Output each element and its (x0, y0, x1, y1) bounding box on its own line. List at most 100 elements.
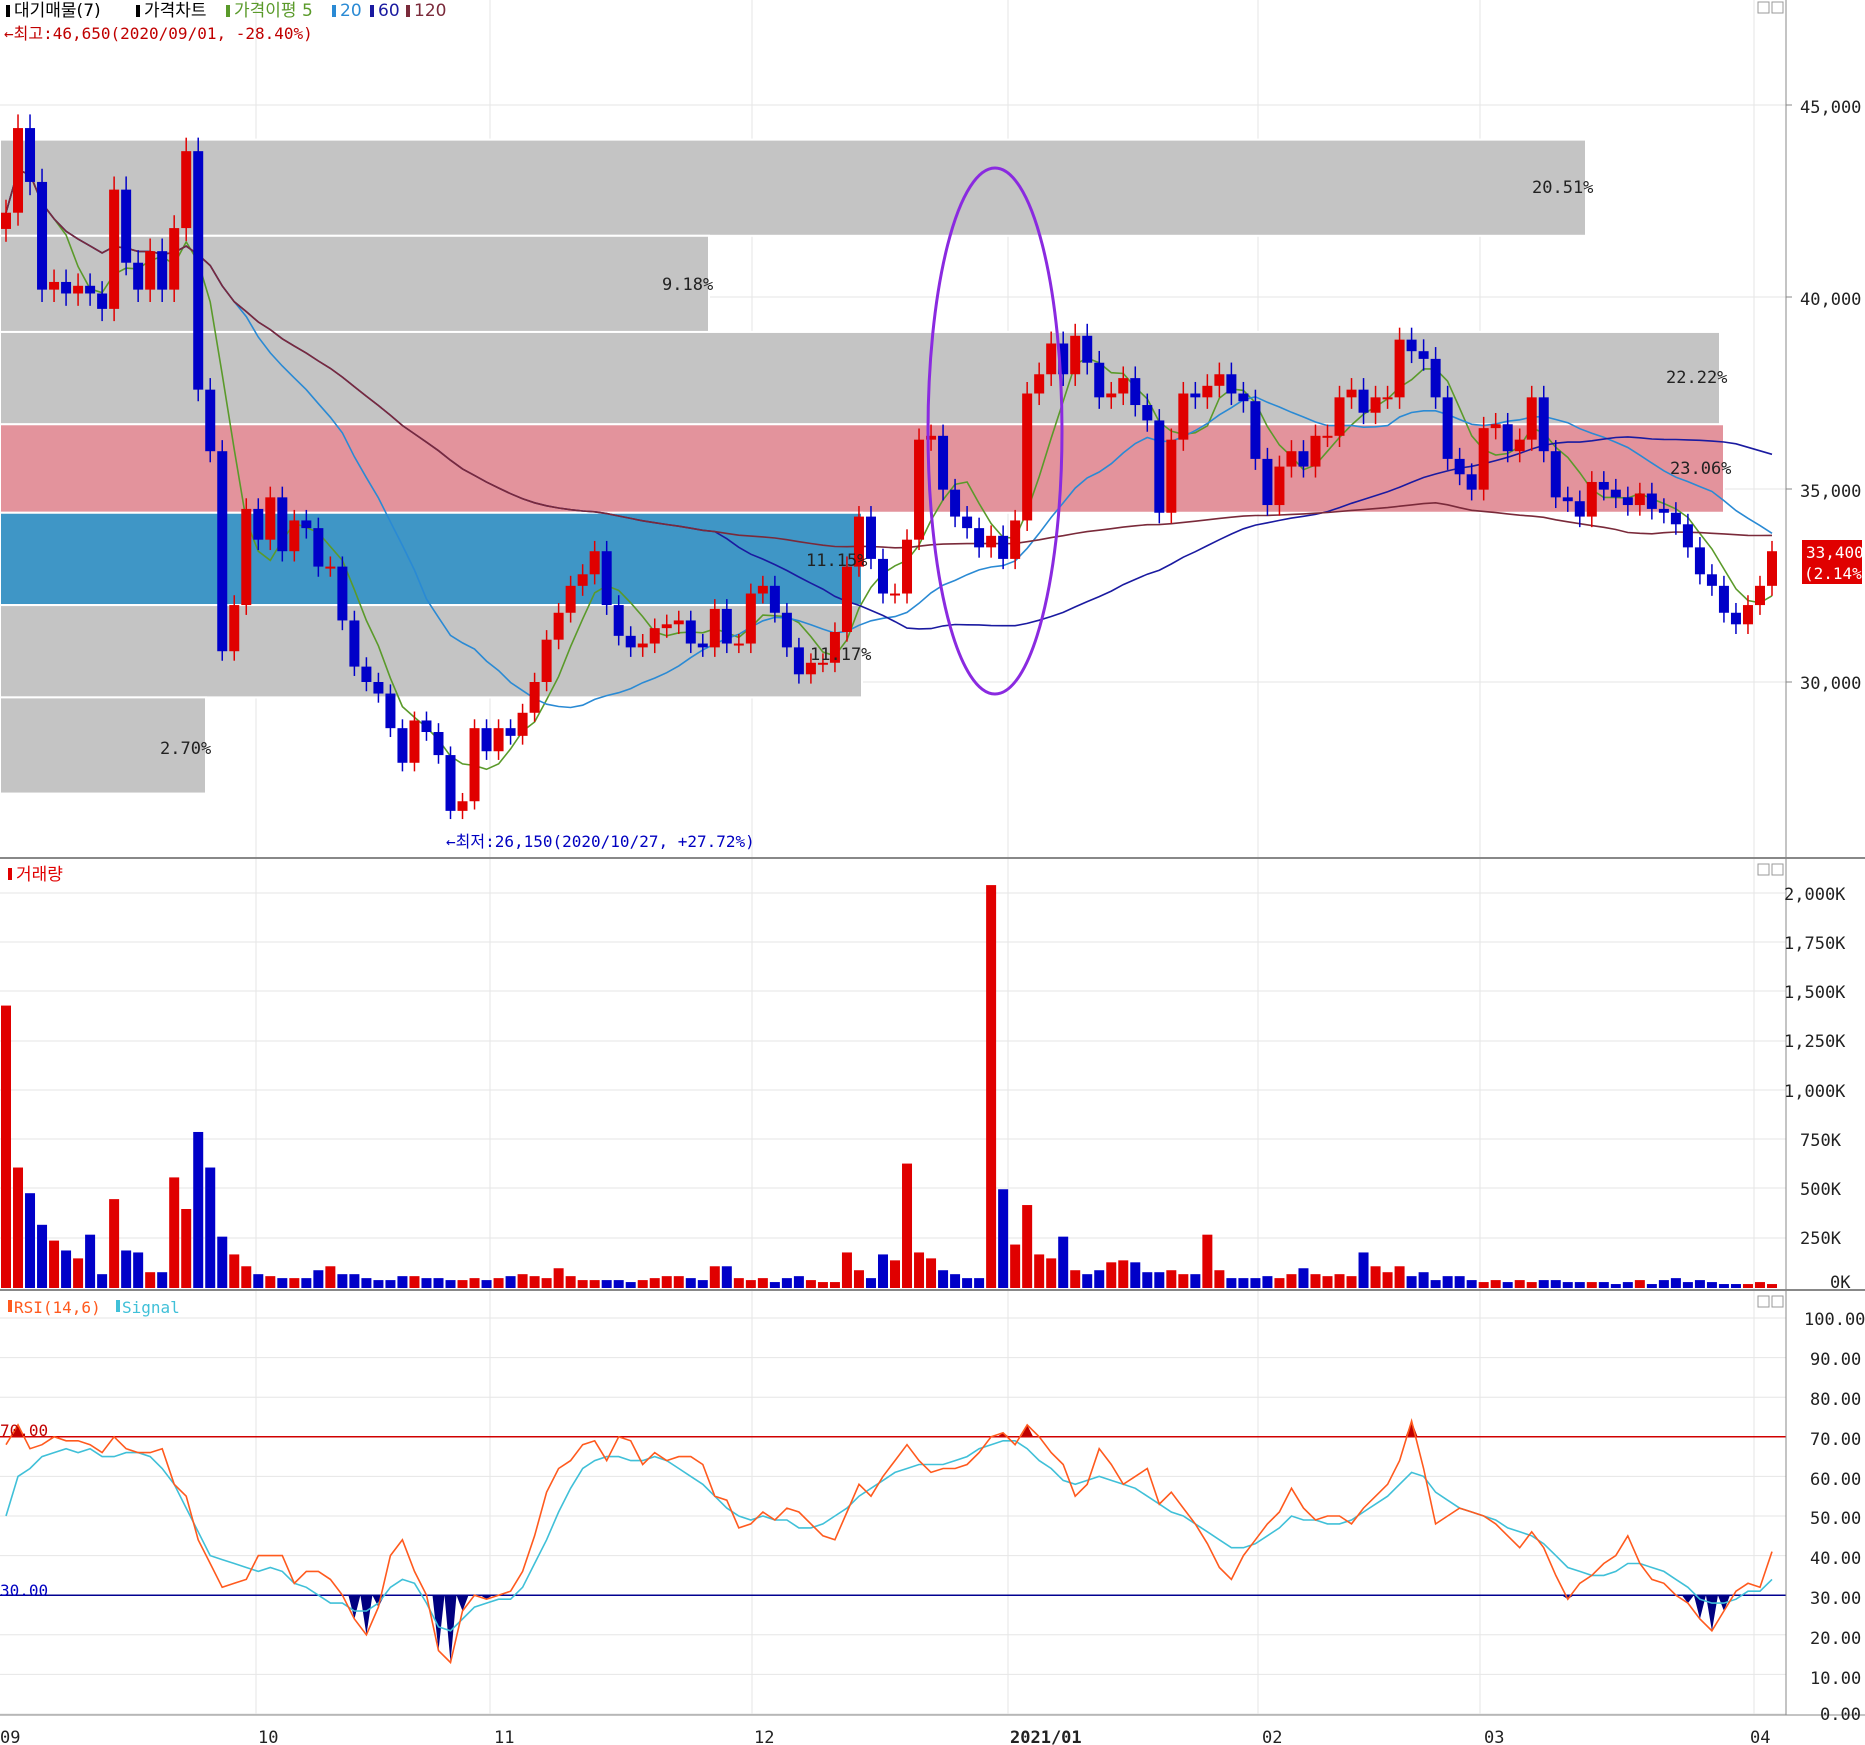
candle-body (1094, 362, 1105, 398)
candle-body (61, 281, 72, 294)
candle-body (289, 520, 300, 552)
volume-bar (1250, 1278, 1261, 1288)
volume-bar (1742, 1284, 1753, 1288)
candle-body (1646, 493, 1657, 509)
volume-bar (1166, 1270, 1177, 1288)
volume-bar (793, 1276, 804, 1288)
candle-body (1070, 335, 1081, 375)
volume-bar (553, 1268, 564, 1288)
rsi-close-icon[interactable] (1771, 1295, 1784, 1308)
volume-bar (277, 1278, 288, 1288)
volume-bar (625, 1282, 636, 1288)
price-close-icon[interactable] (1771, 1, 1784, 14)
volume-bar (1010, 1244, 1021, 1288)
candle-body (73, 285, 84, 294)
volume-bar (409, 1276, 420, 1288)
volume-bar (865, 1278, 876, 1288)
volume-bar (445, 1280, 456, 1288)
volume-bar (829, 1282, 840, 1288)
candle-body (13, 128, 24, 213)
candle-body (253, 508, 264, 540)
volume-bar (1, 1005, 11, 1288)
volume-bar (1142, 1272, 1153, 1288)
volume-bar (1586, 1282, 1597, 1288)
volume-bar (505, 1276, 516, 1288)
x-label-12: 12 (754, 1728, 774, 1745)
volume-bar (1622, 1282, 1633, 1288)
candle-body (1682, 524, 1693, 548)
volume-bar (926, 1258, 937, 1288)
candle-body (1478, 428, 1489, 490)
volume-legend: 거래량 (16, 865, 63, 885)
candle-body (1298, 451, 1309, 467)
volume-bar (877, 1254, 888, 1288)
volume-bar (1262, 1276, 1273, 1288)
candle-body (841, 566, 852, 632)
x-label-02: 02 (1262, 1728, 1282, 1745)
candle-body (1550, 451, 1561, 498)
price-minimize-icon[interactable] (1757, 1, 1770, 14)
volume-bar (1274, 1278, 1285, 1288)
candle-body (601, 551, 612, 606)
candle-body (962, 516, 973, 529)
volume-bar (733, 1278, 744, 1288)
vol-tick-4: 1,250K (1784, 1032, 1846, 1052)
volume-bar (1022, 1205, 1033, 1288)
volume-bar (709, 1266, 720, 1288)
candle-body (337, 566, 348, 621)
candle-body (1250, 401, 1261, 459)
volume-bar (914, 1252, 925, 1288)
volume-close-icon[interactable] (1771, 863, 1784, 876)
volume-bar (1658, 1280, 1669, 1288)
volume-bar (1202, 1234, 1213, 1288)
candle-body (914, 439, 925, 540)
volume-bar (325, 1266, 336, 1288)
legend-ma120: 120 (414, 1, 446, 21)
volume-bar (637, 1280, 648, 1288)
candle-body (1358, 389, 1369, 413)
candle-body (974, 528, 985, 548)
candle-body (553, 612, 564, 640)
candle-body (793, 647, 804, 675)
candle-body (721, 608, 732, 644)
volume-bar (1454, 1276, 1465, 1288)
rsi-tick-70: 70.00 (1810, 1430, 1861, 1450)
volume-bar (1118, 1260, 1129, 1288)
candle-body (385, 693, 396, 729)
volume-bar (1070, 1270, 1081, 1288)
candle-body (1370, 397, 1381, 413)
candle-body (1118, 378, 1129, 394)
candle-body (133, 262, 144, 290)
volume-bar (565, 1276, 576, 1288)
volume-bar (1442, 1276, 1453, 1288)
x-label-10: 10 (258, 1728, 278, 1745)
volume-minimize-icon[interactable] (1757, 863, 1770, 876)
candle-body (1334, 397, 1345, 436)
volume-bar (781, 1278, 792, 1288)
volume-bar (1478, 1282, 1489, 1288)
candle-body (157, 251, 168, 290)
candle-body (1286, 451, 1297, 467)
volume-bar (1358, 1252, 1369, 1288)
rsi-minimize-icon[interactable] (1757, 1295, 1770, 1308)
candle-body (769, 585, 780, 613)
candle-body (998, 535, 1009, 559)
volume-bar (1382, 1272, 1393, 1288)
candle-body (1166, 439, 1177, 513)
candle-body (433, 732, 444, 756)
candle-body (25, 128, 36, 182)
rsi-tick-20: 20.00 (1810, 1629, 1861, 1649)
candle-body (625, 635, 636, 648)
volume-bar (1034, 1254, 1045, 1288)
vol-tick-6: 750K (1800, 1131, 1842, 1151)
candle-body (1310, 435, 1321, 467)
candle-body (1262, 458, 1273, 506)
volume-bar (721, 1266, 732, 1288)
candle-body (409, 720, 420, 763)
candle-body (709, 608, 720, 648)
candle-body (902, 539, 913, 594)
supply-zone-6 (0, 604, 863, 699)
volume-bar (1334, 1274, 1345, 1288)
volume-bar (986, 885, 997, 1288)
volume-bar (1046, 1258, 1057, 1288)
